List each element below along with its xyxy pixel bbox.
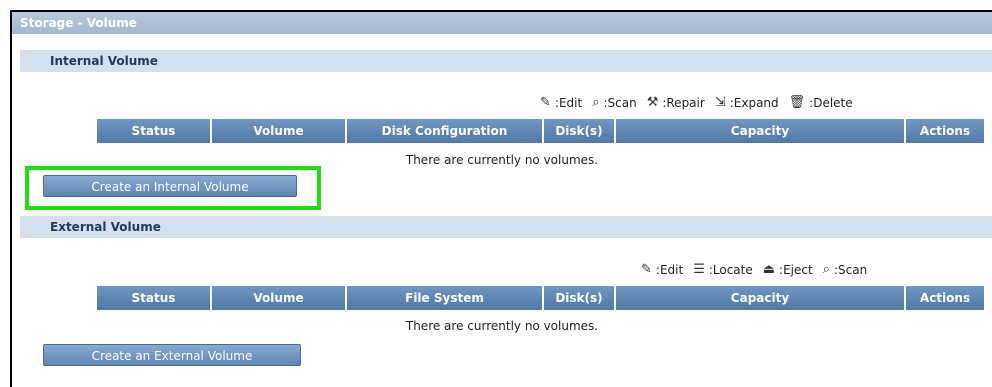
scan-icon: ⌕ bbox=[592, 95, 600, 110]
scan-icon: ⌕ bbox=[822, 262, 830, 277]
col-status[interactable]: Status bbox=[97, 286, 212, 310]
legend-edit-label: :Edit bbox=[554, 95, 583, 110]
col-disk-configuration[interactable]: Disk Configuration bbox=[347, 119, 544, 143]
repair-icon: ⚒ bbox=[646, 95, 659, 110]
locate-icon: ☰ bbox=[693, 262, 705, 277]
internal-empty-message: There are currently no volumes. bbox=[405, 153, 599, 167]
col-file-system[interactable]: File System bbox=[347, 286, 544, 310]
internal-action-legend: ✎:Edit ⌕:Scan ⚒:Repair ⇲:Expand 🗑:Delete bbox=[540, 95, 853, 110]
legend-eject-label: :Eject bbox=[779, 262, 813, 277]
internal-volume-header: Internal Volume bbox=[20, 50, 992, 72]
col-actions[interactable]: Actions bbox=[906, 286, 984, 310]
legend-delete-label: :Delete bbox=[809, 95, 853, 110]
col-disks[interactable]: Disk(s) bbox=[544, 119, 616, 143]
col-capacity[interactable]: Capacity bbox=[616, 119, 906, 143]
col-actions[interactable]: Actions bbox=[906, 119, 984, 143]
col-capacity[interactable]: Capacity bbox=[616, 286, 906, 310]
legend-locate-label: :Locate bbox=[708, 262, 753, 277]
external-empty-message: There are currently no volumes. bbox=[405, 319, 599, 333]
col-disks[interactable]: Disk(s) bbox=[544, 286, 616, 310]
legend-scan-label: :Scan bbox=[833, 262, 868, 277]
external-action-legend: ✎:Edit ☰:Locate ⏏:Eject ⌕:Scan bbox=[641, 262, 867, 277]
col-status[interactable]: Status bbox=[97, 119, 212, 143]
delete-icon: 🗑 bbox=[788, 95, 806, 110]
external-table-header: Status Volume File System Disk(s) Capaci… bbox=[97, 286, 984, 310]
eject-icon: ⏏ bbox=[762, 262, 776, 277]
legend-scan-label: :Scan bbox=[603, 95, 637, 110]
edit-icon: ✎ bbox=[540, 95, 551, 110]
expand-icon: ⇲ bbox=[714, 95, 726, 110]
legend-expand-label: :Expand bbox=[729, 95, 779, 110]
internal-table-header: Status Volume Disk Configuration Disk(s)… bbox=[97, 119, 984, 143]
create-external-volume-button[interactable]: Create an External Volume bbox=[43, 344, 301, 366]
storage-volume-panel: Storage - Volume Internal Volume ✎:Edit … bbox=[10, 10, 992, 387]
col-volume[interactable]: Volume bbox=[212, 286, 347, 310]
legend-edit-label: :Edit bbox=[655, 262, 684, 277]
legend-repair-label: :Repair bbox=[662, 95, 705, 110]
create-internal-volume-button[interactable]: Create an Internal Volume bbox=[43, 175, 297, 197]
panel-title: Storage - Volume bbox=[12, 12, 992, 34]
col-volume[interactable]: Volume bbox=[212, 119, 347, 143]
external-volume-header: External Volume bbox=[20, 216, 992, 238]
edit-icon: ✎ bbox=[641, 262, 652, 277]
